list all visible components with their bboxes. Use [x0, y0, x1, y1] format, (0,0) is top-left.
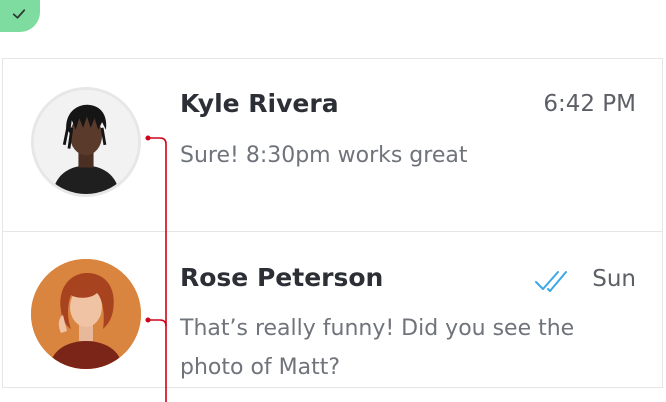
message-time: 6:42 PM: [543, 91, 636, 117]
avatar-photo: [31, 259, 141, 369]
conversation-row-rose-peterson[interactable]: Rose Peterson Sun That’s really funny! D…: [3, 231, 662, 387]
avatar-photo: [34, 90, 138, 194]
avatar: [31, 259, 141, 369]
contact-name: Kyle Rivera: [180, 89, 339, 118]
contact-name: Rose Peterson: [180, 263, 384, 292]
double-check-icon: [535, 271, 567, 292]
message-preview: Sure! 8:30pm works great: [180, 143, 468, 168]
message-preview: That’s really funny! Did you see the pho…: [180, 316, 575, 380]
message-time: Sun: [592, 266, 636, 292]
conversation-row-kyle-rivera[interactable]: Kyle Rivera 6:42 PM Sure! 8:30pm works g…: [3, 59, 662, 232]
check-icon: [12, 9, 25, 19]
avatar: [31, 87, 141, 197]
conversation-list: Kyle Rivera 6:42 PM Sure! 8:30pm works g…: [2, 58, 663, 388]
page: Kyle Rivera 6:42 PM Sure! 8:30pm works g…: [0, 0, 666, 402]
status-check-badge: [0, 0, 40, 32]
